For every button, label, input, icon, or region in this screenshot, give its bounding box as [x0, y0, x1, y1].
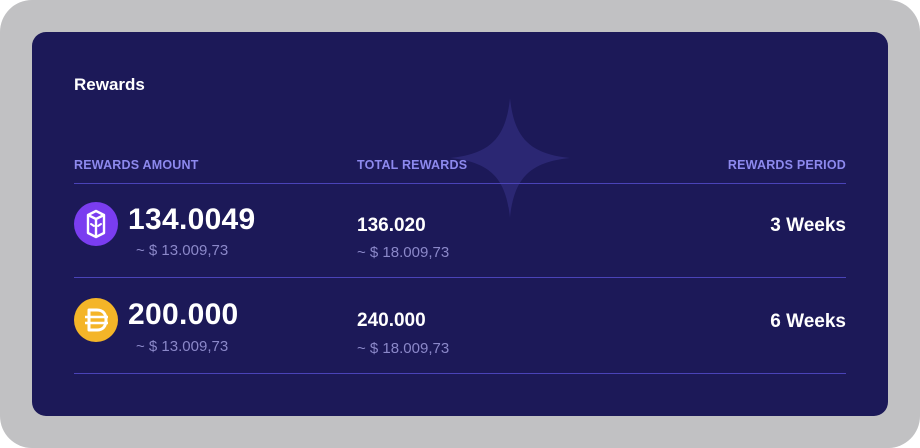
- header-rewards-amount: REWARDS AMOUNT: [74, 158, 199, 172]
- row-divider: [74, 277, 846, 278]
- header-rewards-period: REWARDS PERIOD: [727, 158, 846, 172]
- row-divider: [74, 373, 846, 374]
- rewards-amount-value: 200.000: [128, 298, 239, 331]
- purple-cube-token-icon: [74, 202, 118, 246]
- header-total-rewards: TOTAL REWARDS: [357, 158, 468, 172]
- total-rewards-value: 136.020: [357, 215, 426, 236]
- rewards-period-value: 3 Weeks: [770, 215, 846, 236]
- rewards-amount-usd: ~ $ 13.009,73: [136, 338, 229, 355]
- rewards-amount-usd: ~ $ 13.009,73: [136, 242, 229, 259]
- total-rewards-value: 240.000: [357, 310, 426, 331]
- dai-token-icon: [74, 298, 118, 342]
- card-title: Rewards: [74, 75, 145, 94]
- rewards-card: Rewards REWARDS AMOUNT TOTAL REWARDS REW…: [32, 32, 888, 416]
- rewards-amount-value: 134.0049: [128, 203, 256, 236]
- total-rewards-usd: ~ $ 18.009,73: [357, 244, 450, 261]
- header-divider: [74, 183, 846, 184]
- outer-frame: Rewards REWARDS AMOUNT TOTAL REWARDS REW…: [0, 0, 920, 448]
- total-rewards-usd: ~ $ 18.009,73: [357, 340, 450, 357]
- rewards-period-value: 6 Weeks: [770, 311, 846, 332]
- sparkle-decoration-icon: [450, 98, 570, 218]
